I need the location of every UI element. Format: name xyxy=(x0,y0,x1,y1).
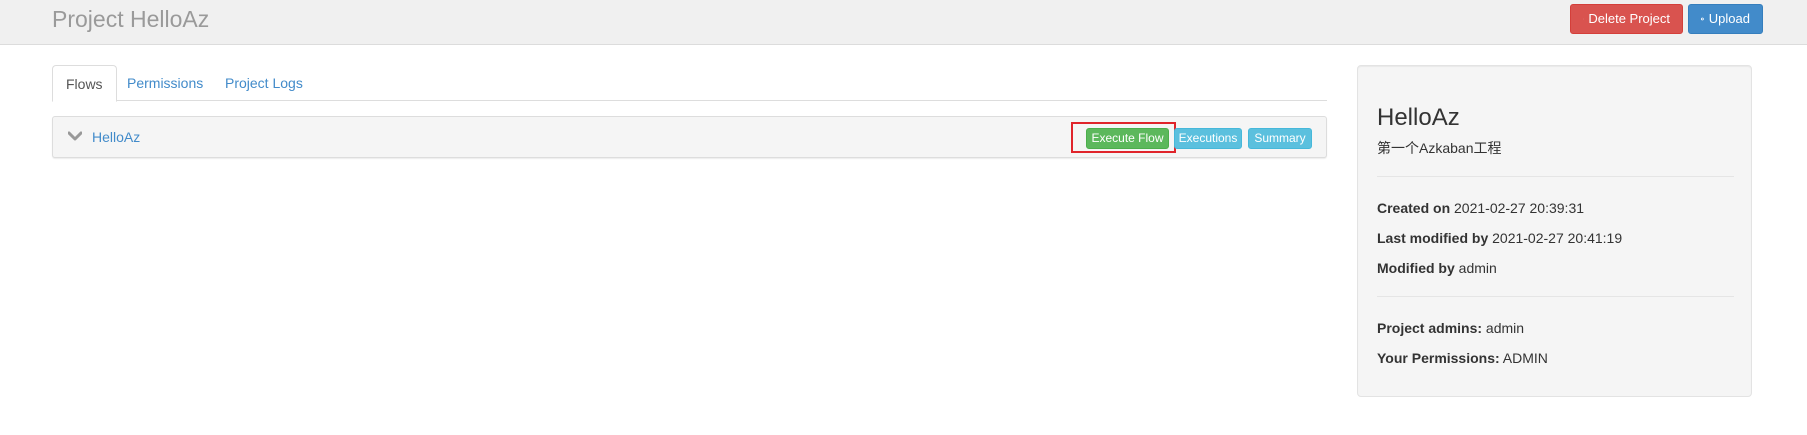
project-admins-value: admin xyxy=(1485,320,1525,336)
last-modified-value: 2021-02-27 20:41:19 xyxy=(1492,230,1623,246)
summary-button[interactable]: Summary xyxy=(1248,128,1312,149)
last-modified-label: Last modified by xyxy=(1377,230,1489,246)
tab-flows[interactable]: Flows xyxy=(52,65,117,102)
project-info-sidebar: HelloAz 第一个Azkaban工程 Created on 2021-02-… xyxy=(1357,65,1752,397)
created-on-value: 2021-02-27 20:39:31 xyxy=(1454,200,1585,216)
upload-button[interactable]: Upload xyxy=(1688,4,1763,34)
delete-project-label: Delete Project xyxy=(1588,11,1670,26)
last-modified-row: Last modified by 2021-02-27 20:41:19 xyxy=(1377,228,1622,248)
upload-label: Upload xyxy=(1708,11,1750,26)
modified-by-row: Modified by admin xyxy=(1377,258,1497,278)
flow-panel: HelloAz Execute Flow Executions Summary xyxy=(52,116,1327,158)
modified-by-value: admin xyxy=(1458,260,1497,276)
delete-project-button[interactable]: Delete Project xyxy=(1570,4,1683,34)
circle-arrow-up-icon xyxy=(1701,17,1704,21)
divider xyxy=(1377,296,1734,297)
permissions-value: ADMIN xyxy=(1502,350,1548,366)
modified-by-label: Modified by xyxy=(1377,260,1455,276)
executions-button[interactable]: Executions xyxy=(1174,128,1242,149)
created-on-row: Created on 2021-02-27 20:39:31 xyxy=(1377,198,1584,218)
flow-name-link[interactable]: HelloAz xyxy=(92,127,140,147)
project-description: 第一个Azkaban工程 xyxy=(1377,140,1502,156)
permissions-label: Your Permissions: xyxy=(1377,350,1500,366)
project-admins-row: Project admins: admin xyxy=(1377,318,1524,338)
chevron-down-icon[interactable] xyxy=(68,130,82,142)
permissions-row: Your Permissions: ADMIN xyxy=(1377,348,1548,368)
project-tabs: Flows Permissions Project Logs xyxy=(52,65,1327,102)
tab-project-logs[interactable]: Project Logs xyxy=(212,65,316,102)
project-name: HelloAz xyxy=(1377,104,1460,131)
tab-permissions[interactable]: Permissions xyxy=(114,65,216,102)
execute-flow-button[interactable]: Execute Flow xyxy=(1086,128,1169,149)
page-header: Project HelloAz Delete Project Upload xyxy=(0,0,1807,45)
created-on-label: Created on xyxy=(1377,200,1451,216)
divider xyxy=(1377,176,1734,177)
project-admins-label: Project admins: xyxy=(1377,320,1483,336)
page-title: Project HelloAz xyxy=(52,6,210,32)
